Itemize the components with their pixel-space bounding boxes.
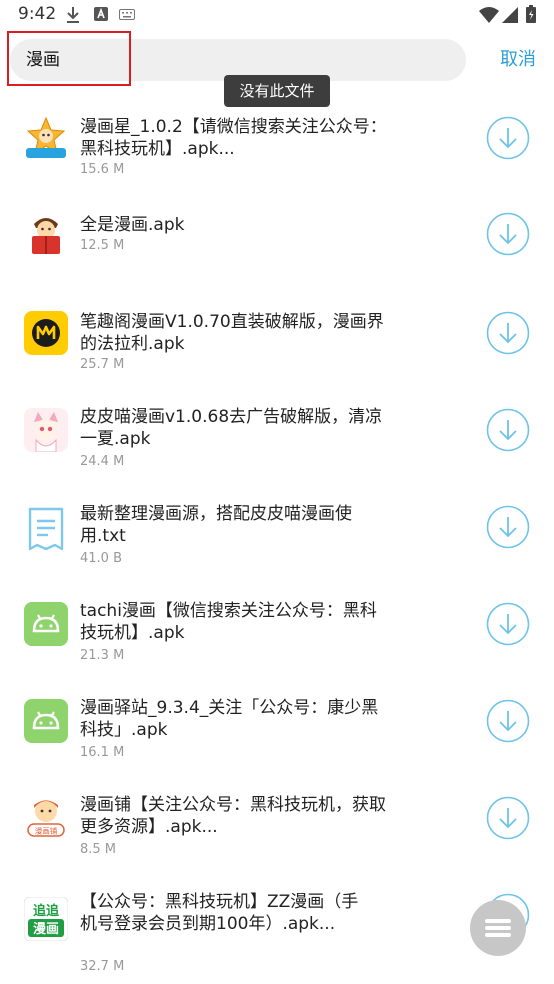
file-name: 漫画星_1.0.2【请微信搜索关注公众号：黑科技玩机】.apk... <box>80 117 387 159</box>
zhuizhui-logo-top: 追追 <box>33 903 60 919</box>
manhuapu-logo-text: 漫画铺 <box>35 826 58 836</box>
download-icon <box>67 7 79 23</box>
list-item[interactable]: 皮皮喵漫画v1.0.68去广告破解版，清凉一夏.apk 24.4 M <box>0 406 554 503</box>
wifi-icon <box>479 7 499 23</box>
file-name: tachi漫画【微信搜索关注公众号：黑科技玩机】.apk <box>80 601 377 643</box>
battery-icon <box>526 5 536 23</box>
list-item[interactable]: 最新整理漫画源，搭配皮皮喵漫画使用.txt 41.0 B <box>0 503 554 600</box>
list-item[interactable]: 全是漫画.apk 12.5 M <box>0 212 554 309</box>
list-item[interactable]: 漫画驿站_9.3.4_关注「公众号：康少黑科技」.apk 16.1 M <box>0 697 554 794</box>
list-item[interactable]: 漫画星_1.0.2【请微信搜索关注公众号：黑科技玩机】.apk... 15.6 … <box>0 114 554 211</box>
download-circle-icon[interactable] <box>486 699 530 743</box>
zhuizhui-app-icon: 追追 漫画 <box>24 897 68 941</box>
keyboard-icon <box>119 9 135 20</box>
list-item[interactable]: 笔趣阁漫画V1.0.70直装破解版，漫画界的法拉利.apk 25.7 M <box>0 309 554 406</box>
biquge-app-icon <box>24 311 68 355</box>
file-name: 漫画驿站_9.3.4_关注「公众号：康少黑科技」.apk <box>80 698 379 740</box>
file-name: 【公众号：黑科技玩机】ZZ漫画（手机号登录会员到期100年）.apk... <box>80 892 359 934</box>
cancel-button[interactable]: 取消 <box>500 45 536 71</box>
status-time: 9:42 <box>18 4 57 24</box>
file-size: 15.6 M <box>80 162 125 177</box>
text-file-icon <box>28 507 64 551</box>
download-circle-icon[interactable] <box>486 505 530 549</box>
manhuapu-app-icon: 漫画铺 <box>27 800 65 837</box>
file-name: 最新整理漫画源，搭配皮皮喵漫画使用.txt <box>80 504 352 546</box>
download-circle-icon[interactable] <box>486 602 530 646</box>
toast-message: 没有此文件 <box>224 75 330 107</box>
file-size: 12.5 M <box>80 238 125 253</box>
file-size: 25.7 M <box>80 357 125 372</box>
download-circle-icon[interactable] <box>486 311 530 355</box>
keyboard-a-icon <box>94 7 108 21</box>
highlight-annotation-box <box>7 31 131 86</box>
file-name: 漫画铺【关注公众号：黑科技玩机，获取更多资源】.apk... <box>80 795 386 837</box>
file-size: 41.0 B <box>80 551 122 566</box>
file-size: 24.4 M <box>80 454 125 469</box>
reading-kid-app-icon <box>32 218 60 254</box>
file-size: 8.5 M <box>80 842 117 857</box>
zhuizhui-logo-bottom: 漫画 <box>33 921 59 937</box>
list-item[interactable]: 漫画铺 漫画铺【关注公众号：黑科技玩机，获取更多资源】.apk... 8.5 M <box>0 794 554 891</box>
floating-menu-button[interactable] <box>470 900 526 956</box>
file-size: 21.3 M <box>80 648 125 663</box>
manhuaxing-app-icon <box>26 116 66 158</box>
cellular-signal-icon <box>502 7 518 23</box>
android-apk-icon <box>24 602 68 646</box>
pipimiao-app-icon <box>24 408 68 452</box>
menu-lines-icon <box>485 919 511 937</box>
download-circle-icon[interactable] <box>486 796 530 840</box>
file-name: 皮皮喵漫画v1.0.68去广告破解版，清凉一夏.apk <box>80 407 383 449</box>
download-circle-icon[interactable] <box>486 212 530 256</box>
file-size: 32.7 M <box>80 959 125 974</box>
download-circle-icon[interactable] <box>486 116 530 160</box>
list-item[interactable]: tachi漫画【微信搜索关注公众号：黑科技玩机】.apk 21.3 M <box>0 600 554 697</box>
file-name: 笔趣阁漫画V1.0.70直装破解版，漫画界的法拉利.apk <box>80 312 384 354</box>
file-size: 16.1 M <box>80 745 125 760</box>
android-apk-icon <box>24 699 68 743</box>
file-name: 全是漫画.apk <box>80 215 185 235</box>
status-bar: 9:42 <box>0 0 554 30</box>
download-circle-icon[interactable] <box>486 408 530 452</box>
